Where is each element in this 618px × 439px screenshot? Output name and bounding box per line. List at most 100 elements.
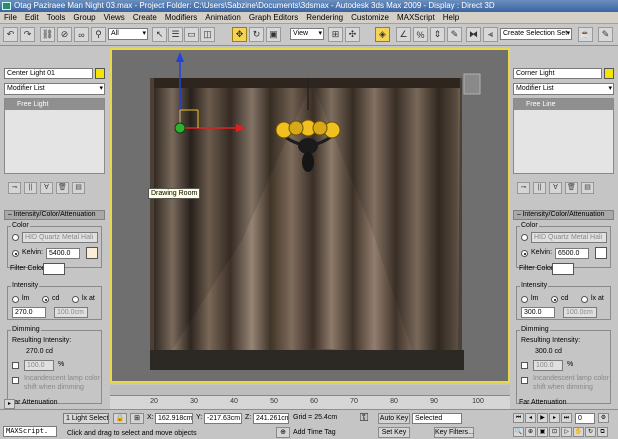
spinner-snap-icon[interactable]: ⇕ [430,27,445,42]
zoom-icon[interactable]: 🔍 [513,427,524,437]
object-color-swatch[interactable] [95,68,105,79]
perspective-viewport[interactable]: Drawing Room [110,48,510,383]
menu-file[interactable]: File [0,12,21,24]
kelvin-radio[interactable] [12,250,19,257]
zoom-extents-icon[interactable]: ▣ [537,427,548,437]
make-unique-icon[interactable]: ∀ [549,182,562,194]
zoom-extents-all-icon[interactable]: ⊡ [549,427,560,437]
rectangular-selection-icon[interactable]: ▭ [184,27,199,42]
pan-icon[interactable]: ✋ [573,427,584,437]
pivot-center-icon[interactable]: ⊞ [328,27,343,42]
previous-frame-icon[interactable]: ◂ [525,413,536,423]
remove-modifier-icon[interactable]: 🗑 [565,182,578,194]
link-icon[interactable]: ⛓ [40,27,55,42]
add-time-tag[interactable]: Add Time Tag [293,429,336,436]
key-icon[interactable]: ⚿ [354,413,374,425]
zoom-all-icon[interactable]: ⊕ [525,427,536,437]
stack-item[interactable]: Free Line [514,99,613,110]
stack-item[interactable]: Free Light [5,99,104,110]
menu-edit[interactable]: Edit [21,12,43,24]
mirror-icon[interactable]: ⧓ [466,27,481,42]
lm-radio[interactable] [521,296,528,303]
configure-modifier-sets-icon[interactable]: ▤ [581,182,594,194]
select-and-rotate-icon[interactable]: ↻ [249,27,264,42]
mini-listener-icon[interactable]: ▸ [4,399,15,409]
time-tag-icon[interactable]: ⊕ [276,427,290,438]
chandelier-light-icon[interactable] [288,120,304,136]
play-icon[interactable]: ▶ [537,413,548,423]
intensity-field[interactable]: 270.0 [12,307,46,318]
selection-filter-icon[interactable]: ⚲ [91,27,106,42]
app-icon[interactable] [2,2,11,10]
x-coordinate-field[interactable]: 162.918cm [155,413,193,424]
menu-help[interactable]: Help [439,12,463,24]
y-coordinate-field[interactable]: -217.63cm [204,413,242,424]
time-slider[interactable] [110,385,510,395]
kelvin-field[interactable]: 6500.0 [555,248,589,259]
track-bar[interactable]: 20 30 40 50 60 70 80 90 100 [110,395,510,409]
preset-radio[interactable] [12,234,19,241]
cd-radio[interactable] [551,296,558,303]
dimming-percent-field[interactable]: 100.0 [533,360,563,371]
menu-rendering[interactable]: Rendering [302,12,347,24]
incandescent-checkbox[interactable] [521,377,528,384]
select-and-scale-icon[interactable]: ▣ [266,27,281,42]
preset-radio[interactable] [521,234,528,241]
menu-graph-editors[interactable]: Graph Editors [245,12,302,24]
named-selection-icon[interactable]: ✎ [447,27,462,42]
key-filters-button[interactable]: Key Filters... [434,427,474,438]
unlink-icon[interactable]: ⊘ [57,27,72,42]
filter-color-swatch[interactable] [43,263,65,275]
align-icon[interactable]: ⫷ [483,27,498,42]
pin-stack-icon[interactable]: ⊸ [517,182,530,194]
distance-field[interactable]: 100.0cm [54,307,88,318]
lx-radio[interactable] [581,296,588,303]
show-end-result-icon[interactable]: || [533,182,546,194]
lock-selection-icon[interactable]: 🔒 [113,413,127,424]
orbit-icon[interactable]: ↻ [585,427,596,437]
go-to-start-icon[interactable]: ⏮ [513,413,524,423]
make-unique-icon[interactable]: ∀ [40,182,53,194]
select-and-move-icon[interactable]: ✥ [232,27,247,42]
select-by-name-icon[interactable]: ☰ [168,27,183,42]
next-frame-icon[interactable]: ▸ [549,413,560,423]
menu-customize[interactable]: Customize [347,12,393,24]
angle-snap-icon[interactable]: ∠ [396,27,411,42]
lamp-preset-dropdown[interactable]: HID Quartz Metal Hali [22,232,98,243]
go-to-end-icon[interactable]: ⏭ [561,413,572,423]
quick-render-icon[interactable]: ✎ [598,27,613,42]
kelvin-field[interactable]: 5400.0 [46,248,80,259]
lx-radio[interactable] [72,296,79,303]
field-of-view-icon[interactable]: ▷ [561,427,572,437]
set-key-button[interactable]: Set Key [378,427,410,438]
key-mode-dropdown[interactable]: Selected [412,413,462,424]
maxscript-listener[interactable]: MAXScript. [3,426,57,437]
selection-filter-dropdown[interactable]: All [108,28,148,40]
kelvin-radio[interactable] [521,250,528,257]
named-selection-set-dropdown[interactable]: Create Selection Set [500,28,572,40]
render-setup-icon[interactable]: ☕ [578,27,593,42]
menu-maxscript[interactable]: MAXScript [393,12,439,24]
remove-modifier-icon[interactable]: 🗑 [56,182,69,194]
pin-stack-icon[interactable]: ⊸ [8,182,21,194]
object-name-field[interactable]: Center Light 01 [4,68,93,79]
menu-modifiers[interactable]: Modifiers [161,12,201,24]
show-end-result-icon[interactable]: || [24,182,37,194]
snaps-toggle-icon[interactable]: ◈ [375,27,390,42]
absolute-mode-icon[interactable]: ⊞ [130,413,144,424]
configure-modifier-sets-icon[interactable]: ▤ [72,182,85,194]
auto-key-button[interactable]: Auto Key [378,413,410,424]
dimming-percent-field[interactable]: 100.0 [24,360,54,371]
menu-tools[interactable]: Tools [43,12,70,24]
redo-icon[interactable]: ↷ [20,27,35,42]
window-crossing-icon[interactable]: ◫ [200,27,215,42]
object-color-swatch[interactable] [604,68,614,79]
free-light-icon[interactable] [174,122,186,134]
cd-radio[interactable] [42,296,49,303]
percent-snap-icon[interactable]: % [413,27,428,42]
menu-create[interactable]: Create [129,12,161,24]
lamp-preset-dropdown[interactable]: HID Quartz Metal Hali [531,232,607,243]
time-configuration-icon[interactable]: ⚙ [598,413,609,423]
maximize-viewport-icon[interactable]: ⧉ [597,427,608,437]
manipulate-icon[interactable]: ✣ [345,27,360,42]
